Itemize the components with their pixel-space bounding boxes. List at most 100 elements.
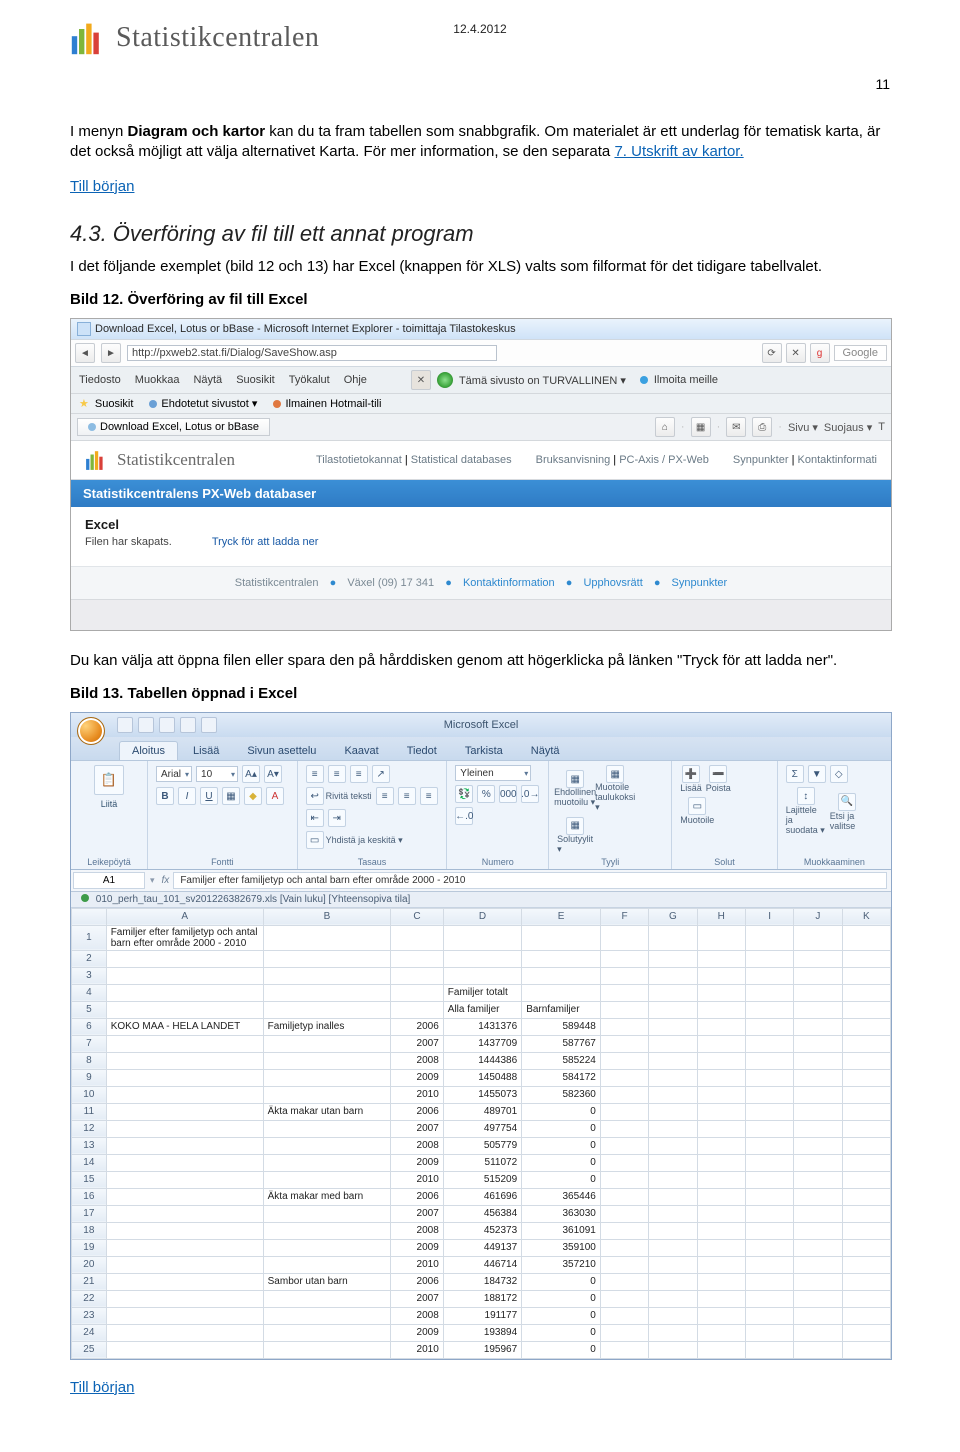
row-header[interactable]: 18	[72, 1222, 107, 1239]
cell[interactable]	[649, 1137, 697, 1154]
cell[interactable]	[649, 1154, 697, 1171]
cell[interactable]	[106, 1120, 263, 1137]
name-box[interactable]: A1	[73, 872, 145, 889]
align-middle-icon[interactable]: ≡	[328, 765, 346, 783]
cell[interactable]	[263, 1137, 391, 1154]
cell[interactable]	[263, 1052, 391, 1069]
cell[interactable]	[600, 1341, 648, 1358]
tab-insert[interactable]: Lisää	[180, 741, 232, 760]
cell[interactable]	[263, 1307, 391, 1324]
cell[interactable]	[745, 1103, 793, 1120]
font-color-icon[interactable]: A	[266, 787, 284, 805]
cell[interactable]: 1431376	[443, 1018, 521, 1035]
to-top-link-bottom[interactable]: Till början	[70, 1379, 134, 1396]
col-header[interactable]: A	[106, 908, 263, 925]
cell[interactable]	[600, 1154, 648, 1171]
cell[interactable]: 2007	[391, 1290, 444, 1307]
row-header[interactable]: 9	[72, 1069, 107, 1086]
conditional-formatting[interactable]: ▦ Ehdollinen muotoilu ▾	[557, 770, 593, 808]
cell[interactable]: 2006	[391, 1103, 444, 1120]
cell[interactable]	[842, 984, 890, 1001]
qat-quickprint-icon[interactable]	[201, 717, 217, 733]
cell[interactable]	[106, 1171, 263, 1188]
row-header[interactable]: 11	[72, 1103, 107, 1120]
autosum-icon[interactable]: Σ	[786, 765, 804, 783]
cell[interactable]	[794, 1205, 842, 1222]
cell[interactable]	[794, 1154, 842, 1171]
cell[interactable]: Familjetyp inalles	[263, 1018, 391, 1035]
row-header[interactable]: 2	[72, 950, 107, 967]
cell[interactable]	[106, 950, 263, 967]
search-box[interactable]: Google	[834, 345, 887, 361]
cell[interactable]	[842, 1341, 890, 1358]
cell[interactable]	[649, 1103, 697, 1120]
cell[interactable]	[106, 1239, 263, 1256]
cell[interactable]	[842, 1188, 890, 1205]
footer-contact[interactable]: Kontaktinformation	[463, 577, 555, 589]
fill-color-icon[interactable]: ◆	[244, 787, 262, 805]
cell[interactable]: Äkta makar med barn	[263, 1188, 391, 1205]
cell[interactable]	[106, 1103, 263, 1120]
cell[interactable]	[745, 1188, 793, 1205]
cell[interactable]	[649, 1290, 697, 1307]
decrease-decimal-icon[interactable]: ←.0	[455, 807, 473, 825]
formula-bar[interactable]: Familjer efter familjetyp och antal barn…	[173, 872, 887, 889]
cell-styles[interactable]: ▦ Solutyylit ▾	[557, 817, 593, 855]
number-format-select[interactable]: Yleinen	[455, 765, 531, 781]
cell[interactable]	[697, 1273, 745, 1290]
row-header[interactable]: 8	[72, 1052, 107, 1069]
cell[interactable]	[697, 967, 745, 984]
cell[interactable]: Alla familjer	[443, 1001, 521, 1018]
cell[interactable]	[106, 1086, 263, 1103]
report-link[interactable]: Ilmoita meille	[654, 374, 718, 386]
col-header[interactable]: K	[842, 908, 890, 925]
cell[interactable]: Äkta makar utan barn	[263, 1103, 391, 1120]
footer-feedback[interactable]: Synpunkter	[672, 577, 728, 589]
row-header[interactable]: 19	[72, 1239, 107, 1256]
cell[interactable]	[649, 1324, 697, 1341]
cell[interactable]: 2007	[391, 1035, 444, 1052]
cell[interactable]	[600, 925, 648, 950]
cell[interactable]: 2008	[391, 1222, 444, 1239]
align-right-icon[interactable]: ≡	[420, 787, 438, 805]
cell[interactable]	[745, 1273, 793, 1290]
cell[interactable]: 2009	[391, 1324, 444, 1341]
menu-view[interactable]: Näytä	[193, 374, 222, 386]
cell[interactable]	[391, 984, 444, 1001]
cell[interactable]	[600, 1256, 648, 1273]
cell[interactable]	[600, 1052, 648, 1069]
security-status[interactable]: Tämä sivusto on TURVALLINEN ▾	[459, 374, 626, 387]
cell[interactable]: 461696	[443, 1188, 521, 1205]
cell[interactable]	[263, 984, 391, 1001]
sort-filter[interactable]: ↕Lajittele ja suodata ▾	[786, 787, 826, 836]
cell[interactable]: 446714	[443, 1256, 521, 1273]
cell[interactable]	[794, 1052, 842, 1069]
nav-databases-fi[interactable]: Tilastotietokannat	[316, 454, 402, 466]
to-top-link[interactable]: Till början	[70, 178, 134, 195]
cell[interactable]: 357210	[522, 1256, 601, 1273]
cell[interactable]	[649, 1171, 697, 1188]
cell[interactable]	[842, 1273, 890, 1290]
cell[interactable]	[106, 1052, 263, 1069]
cell[interactable]	[263, 1171, 391, 1188]
cell[interactable]: 184732	[443, 1273, 521, 1290]
cell[interactable]: 193894	[443, 1324, 521, 1341]
cell[interactable]	[842, 1069, 890, 1086]
cell[interactable]: 2009	[391, 1069, 444, 1086]
cell[interactable]: 2006	[391, 1018, 444, 1035]
bold-icon[interactable]: B	[156, 787, 174, 805]
row-header[interactable]: 6	[72, 1018, 107, 1035]
cell[interactable]	[842, 1120, 890, 1137]
qat-redo-icon[interactable]	[159, 717, 175, 733]
tab-data[interactable]: Tiedot	[394, 741, 450, 760]
cell[interactable]	[263, 1069, 391, 1086]
format-as-table[interactable]: ▦ Muotoile taulukoksi ▾	[597, 765, 633, 813]
cell[interactable]: 0	[522, 1137, 601, 1154]
clear-icon[interactable]: ◇	[830, 765, 848, 783]
print-maps-link[interactable]: 7. Utskrift av kartor.	[614, 143, 743, 160]
cell[interactable]	[443, 925, 521, 950]
cell[interactable]	[106, 1035, 263, 1052]
cell[interactable]: 1455073	[443, 1086, 521, 1103]
cell[interactable]	[263, 1324, 391, 1341]
cell[interactable]	[263, 1001, 391, 1018]
